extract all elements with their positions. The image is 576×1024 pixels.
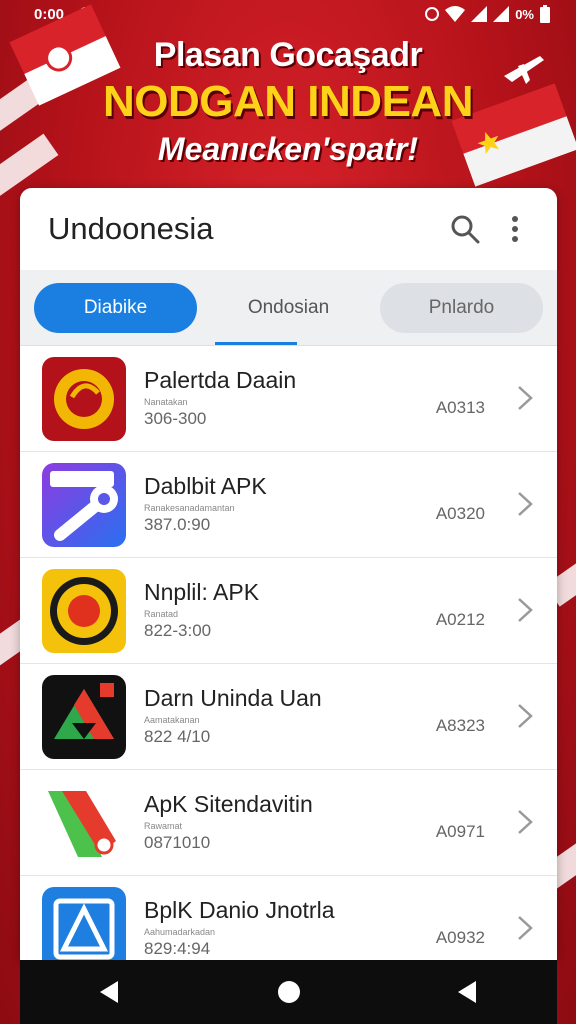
app-version: A0212 (435, 610, 485, 629)
tab-indicator (215, 342, 297, 345)
app-name: Darn Uninda Uan (144, 684, 322, 711)
app-size: 829:4:94 (144, 938, 211, 958)
app-name: BplK Danio Jnotrla (144, 896, 335, 923)
app-list: Palertda Daain Nanatakan 306-300 A0313 D… (20, 346, 557, 960)
home-button[interactable] (269, 972, 309, 1012)
app-version: A0932 (435, 928, 485, 947)
search-icon (451, 215, 480, 244)
app-subtitle: Aahumadarkadan (144, 926, 216, 937)
app-bar: Undoonesia (20, 188, 557, 270)
back-icon (99, 981, 118, 1003)
overflow-menu-button[interactable] (495, 209, 535, 249)
app-icon-bplk (42, 886, 126, 960)
search-button[interactable] (445, 209, 485, 249)
signal-icon (471, 6, 488, 22)
chevron-right-icon (518, 916, 533, 940)
chevron-right-icon (518, 810, 533, 834)
app-subtitle: Ranatad (144, 608, 179, 619)
tab-pnlardo[interactable]: Pnlardo (380, 282, 543, 333)
promo-banner: Plasan Gocaşadr NODGAN INDEAN Meanıcken'… (0, 36, 576, 168)
banner-line-2: NODGAN INDEAN (103, 77, 473, 126)
app-icon-palertda (42, 356, 126, 441)
app-size: 306-300 (144, 408, 207, 428)
chevron-right-icon (518, 704, 533, 728)
app-name: Palertda Daain (144, 366, 297, 393)
app-version: A0320 (435, 504, 485, 523)
chevron-right-icon (518, 386, 533, 410)
app-icon-apk-sitenda (42, 780, 126, 865)
list-item[interactable]: Darn Uninda Uan Aamatakanan 822 4/10 A83… (20, 664, 557, 770)
app-size: 0871010 (144, 832, 211, 852)
list-item[interactable]: BplK Danio Jnotrla Aahumadarkadan 829:4:… (20, 876, 557, 960)
app-size: 822 4/10 (144, 726, 211, 746)
app-size: 822-3:00 (144, 620, 212, 640)
app-version: A0971 (435, 822, 485, 841)
list-item[interactable]: Palertda Daain Nanatakan 306-300 A0313 (20, 346, 557, 452)
app-name: ApK Sitendavitin (144, 790, 313, 817)
app-icon-nnplil (42, 568, 126, 653)
recents-button[interactable] (448, 972, 488, 1012)
battery-icon (540, 5, 550, 23)
back-button[interactable] (90, 972, 130, 1012)
app-window: Undoonesia Diabike Ondosian Pnlardo Pale… (20, 188, 557, 960)
chevron-right-icon (518, 492, 533, 516)
app-subtitle: Ranakesanadamantan (144, 502, 235, 513)
app-version: A8323 (435, 716, 485, 735)
app-size: 387.0:90 (144, 514, 211, 534)
list-item[interactable]: Nnplil: APK Ranatad 822-3:00 A0212 (20, 558, 557, 664)
alarm-icon (425, 7, 440, 21)
chevron-right-icon (518, 598, 533, 622)
home-icon (277, 981, 300, 1003)
banner-line-3: Meanıcken'spatr! (157, 131, 419, 167)
app-subtitle: Rawamat (144, 820, 183, 831)
battery-percent: 0% (515, 6, 534, 22)
banner-line-1: Plasan Gocaşadr (153, 36, 423, 74)
tab-diabike[interactable]: Diabike (34, 282, 197, 333)
list-item[interactable]: Dablbit APK Ranakesanadamantan 387.0:90 … (20, 452, 557, 558)
app-icon-dablbit (42, 462, 126, 547)
tab-ondosian[interactable]: Ondosian (207, 283, 370, 333)
app-icon-darn (42, 674, 126, 759)
app-version: A0313 (435, 398, 485, 417)
app-subtitle: Nanatakan (144, 396, 188, 407)
more-vert-icon (512, 216, 518, 242)
list-item[interactable]: ApK Sitendavitin Rawamat 0871010 A0971 (20, 770, 557, 876)
recents-icon (457, 981, 476, 1003)
navigation-bar (20, 960, 557, 1024)
app-title: Undoonesia (48, 211, 214, 246)
wifi-icon (445, 6, 466, 22)
app-name: Nnplil: APK (144, 578, 260, 605)
app-subtitle: Aamatakanan (144, 714, 200, 725)
tab-bar: Diabike Ondosian Pnlardo (20, 270, 557, 346)
signal-icon-2 (493, 6, 510, 22)
app-name: Dablbit APK (144, 472, 267, 499)
